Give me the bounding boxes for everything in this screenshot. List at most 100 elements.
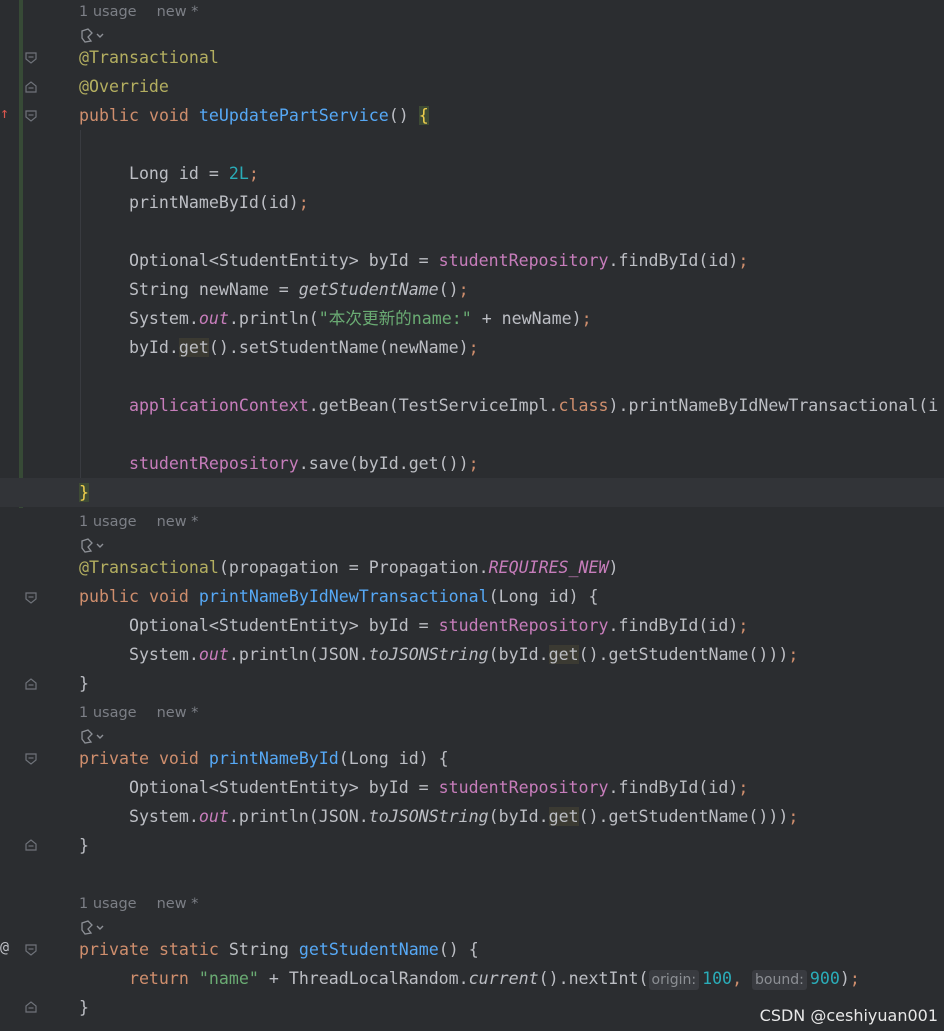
comma: ,: [732, 969, 753, 988]
number-literal: 2L: [228, 164, 249, 183]
code-text: () {: [438, 940, 479, 959]
code-line[interactable]: System.out.println(JSON.toJSONString(byI…: [0, 640, 944, 669]
code-line[interactable]: }: [0, 669, 944, 698]
string-literal: "本次更新的name:": [318, 309, 472, 328]
method-name: printNameByIdNewTransactional: [198, 587, 489, 606]
enum-constant: REQUIRES_NEW: [488, 558, 609, 577]
annotation: @Transactional: [79, 48, 219, 67]
author-hint[interactable]: new *: [157, 4, 199, 20]
current-code-line[interactable]: }: [0, 478, 944, 507]
code-text: .println(: [228, 309, 319, 328]
code-text: ): [839, 969, 850, 988]
code-text: .println(JSON.: [228, 645, 369, 664]
code-line[interactable]: Long id = 2L;: [0, 159, 944, 188]
semicolon: ;: [468, 338, 479, 357]
static-call: toJSONString: [368, 807, 489, 826]
code-text: .findById(id): [608, 616, 739, 635]
code-text: System.: [128, 645, 199, 664]
code-line[interactable]: @Override: [0, 72, 944, 101]
closing-brace: }: [79, 836, 89, 855]
code-text: Optional<StudentEntity> byId =: [128, 778, 439, 797]
keyword: return: [128, 969, 189, 988]
code-text: + newName): [471, 309, 582, 328]
code-text: ().getStudentName())): [578, 645, 789, 664]
keyword: void: [158, 749, 199, 768]
code-editor[interactable]: ↑ @ 1 usage new * @Transactional @Overrid…: [0, 0, 944, 1031]
code-line[interactable]: byId.get().setStudentName(newName);: [0, 333, 944, 362]
static-call: toJSONString: [368, 645, 489, 664]
code-line[interactable]: @Transactional(propagation = Propagation…: [0, 553, 944, 582]
code-line[interactable]: System.out.println("本次更新的name:" + newNam…: [0, 304, 944, 333]
code-line[interactable]: private static String getStudentName() {: [0, 935, 944, 964]
code-text: ().nextInt(: [538, 969, 649, 988]
number-literal: 900: [809, 969, 840, 988]
static-call: getStudentName: [298, 280, 439, 299]
code-line[interactable]: System.out.println(JSON.toJSONString(byI…: [0, 802, 944, 831]
keyword: private: [79, 940, 149, 959]
watermark: CSDN @ceshiyuan001: [759, 1006, 938, 1025]
code-text: .findById(id): [608, 251, 739, 270]
usage-hint[interactable]: 1 usage: [79, 705, 137, 721]
usage-hint[interactable]: 1 usage: [79, 4, 137, 20]
semicolon: ;: [849, 969, 860, 988]
code-text: Optional<StudentEntity> byId =: [128, 616, 439, 635]
code-line[interactable]: studentRepository.save(byId.get());: [0, 449, 944, 478]
semicolon: ;: [738, 616, 749, 635]
keyword: void: [148, 106, 189, 125]
code-text: System.: [128, 807, 199, 826]
code-line[interactable]: Optional<StudentEntity> byId = studentRe…: [0, 611, 944, 640]
field-reference: studentRepository: [438, 616, 609, 635]
parameter-hint[interactable]: origin:: [648, 970, 700, 990]
static-call: current: [468, 969, 539, 988]
semicolon: ;: [788, 645, 799, 664]
keyword: public: [79, 587, 139, 606]
closing-brace: }: [79, 998, 89, 1017]
highlighted-usage: get: [548, 645, 579, 664]
code-text: (propagation = Propagation.: [218, 558, 489, 577]
author-hint[interactable]: new *: [157, 705, 199, 721]
code-text: Optional<StudentEntity> byId =: [128, 251, 439, 270]
code-text: .println(JSON.: [228, 807, 369, 826]
number-literal: 100: [702, 969, 733, 988]
code-text: printNameById(id): [128, 193, 299, 212]
code-text: ().getStudentName())): [578, 807, 789, 826]
semicolon: ;: [738, 778, 749, 797]
keyword: public: [79, 106, 139, 125]
annotation: @Override: [79, 77, 169, 96]
code-line[interactable]: applicationContext.getBean(TestServiceIm…: [0, 391, 944, 420]
author-hint[interactable]: new *: [157, 896, 199, 912]
code-text: ): [608, 558, 619, 577]
code-line[interactable]: public void teUpdatePartService() {: [0, 101, 944, 130]
code-line[interactable]: Optional<StudentEntity> byId = studentRe…: [0, 773, 944, 802]
code-text: System.: [128, 309, 199, 328]
annotation: @Transactional: [79, 558, 219, 577]
code-text: String newName =: [128, 280, 299, 299]
code-line[interactable]: return "name" + ThreadLocalRandom.curren…: [0, 964, 944, 993]
semicolon: ;: [738, 251, 749, 270]
code-line[interactable]: }: [0, 831, 944, 860]
code-text: byId.: [128, 338, 179, 357]
code-line[interactable]: printNameById(id);: [0, 188, 944, 217]
code-line[interactable]: private void printNameById(Long id) {: [0, 744, 944, 773]
static-field: out: [198, 807, 229, 826]
code-text: + ThreadLocalRandom.: [258, 969, 469, 988]
code-line[interactable]: @Transactional: [0, 43, 944, 72]
static-field: out: [198, 645, 229, 664]
code-text: Long id =: [128, 164, 229, 183]
usage-hint[interactable]: 1 usage: [79, 896, 137, 912]
keyword: void: [148, 587, 189, 606]
code-line[interactable]: public void printNameByIdNewTransactiona…: [0, 582, 944, 611]
code-line[interactable]: String newName = getStudentName();: [0, 275, 944, 304]
keyword: private: [79, 749, 149, 768]
matched-brace: }: [79, 483, 89, 502]
code-text: (byId.: [488, 645, 549, 664]
code-text: .save(byId.get()): [298, 454, 469, 473]
code-text: .findById(id): [608, 778, 739, 797]
author-hint[interactable]: new *: [157, 514, 199, 530]
code-line[interactable]: Optional<StudentEntity> byId = studentRe…: [0, 246, 944, 275]
field-reference: studentRepository: [438, 251, 609, 270]
code-text: .getBean(TestServiceImpl.: [308, 396, 559, 415]
semicolon: ;: [788, 807, 799, 826]
usage-hint[interactable]: 1 usage: [79, 514, 137, 530]
parameter-hint[interactable]: bound:: [752, 970, 807, 990]
